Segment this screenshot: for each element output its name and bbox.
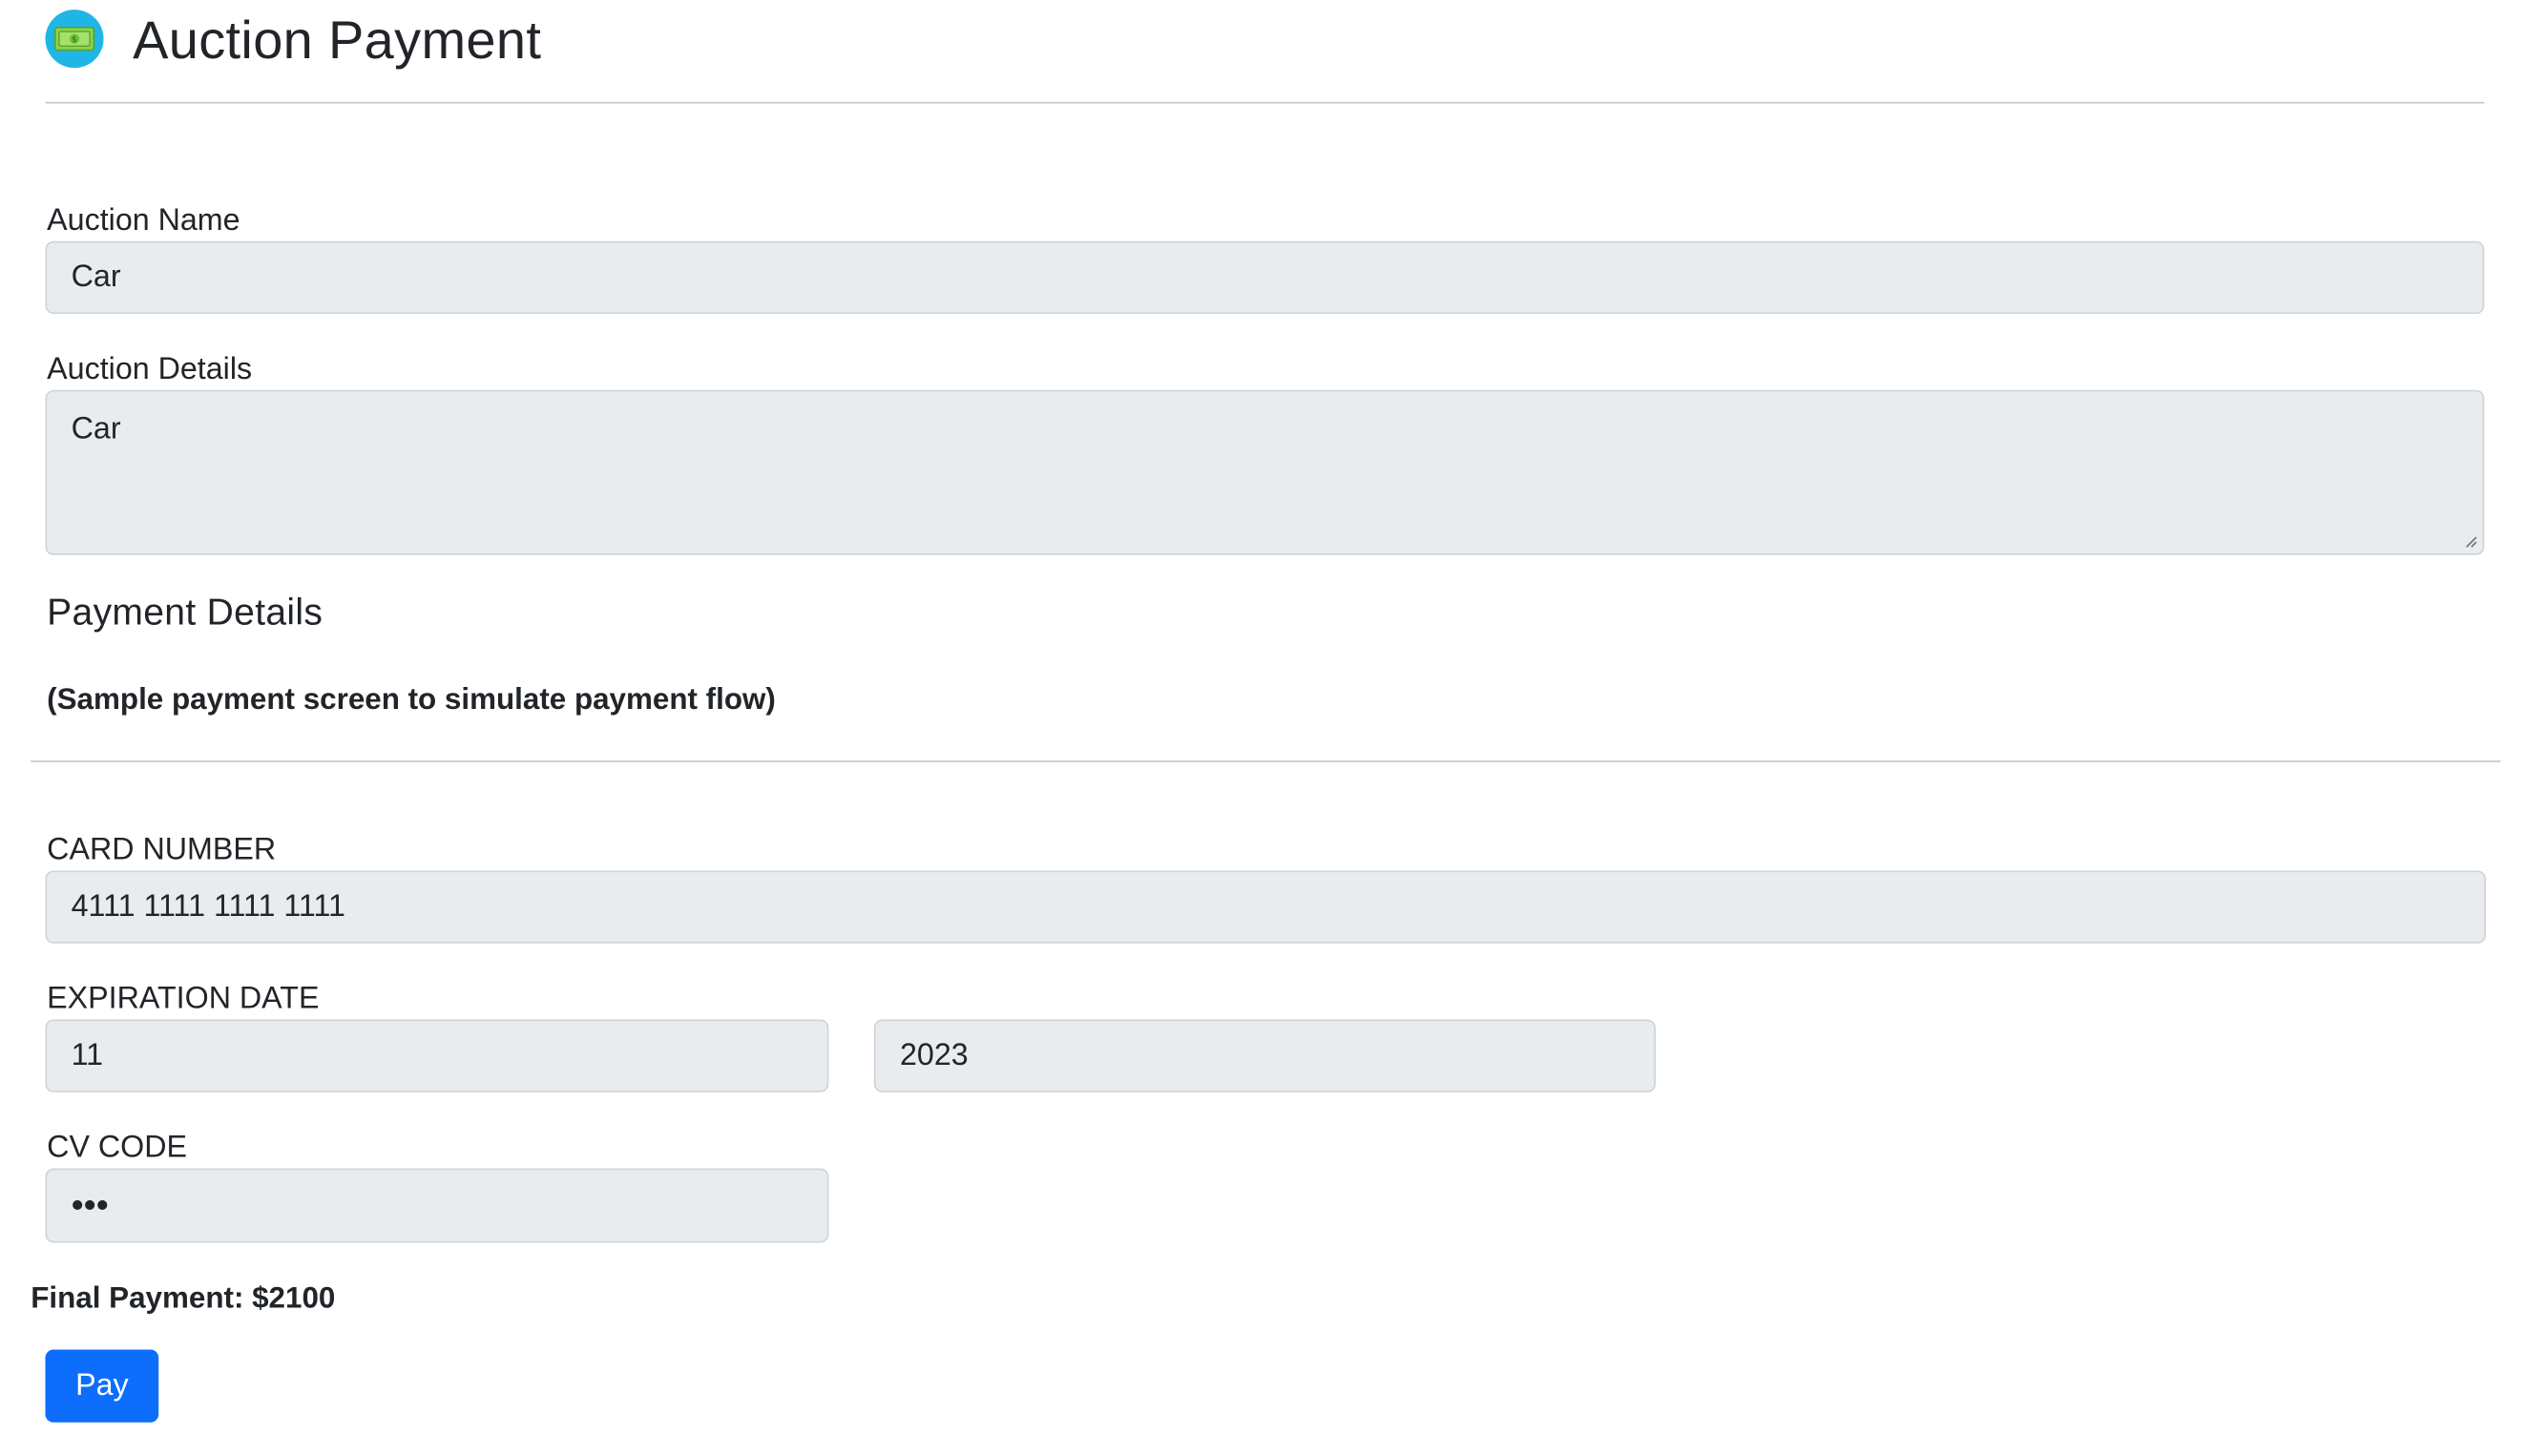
cv-code-field[interactable]: •••: [45, 1168, 829, 1243]
auction-details-label: Auction Details: [47, 352, 253, 387]
payment-details-heading: Payment Details: [47, 591, 324, 634]
expiration-year-field[interactable]: 2023: [873, 1019, 1657, 1092]
card-number-value: 4111 1111 1111 1111: [71, 888, 345, 924]
expiration-month-field[interactable]: 11: [45, 1019, 829, 1092]
auction-name-label: Auction Name: [47, 203, 240, 239]
auction-details-textarea[interactable]: Car: [45, 389, 2485, 555]
sample-payment-note: (Sample payment screen to simulate payme…: [47, 681, 776, 716]
auction-name-field[interactable]: Car: [45, 240, 2485, 315]
pay-button[interactable]: Pay: [45, 1349, 159, 1423]
resize-handle-icon[interactable]: [2463, 534, 2477, 549]
svg-text:$: $: [72, 34, 76, 44]
auction-name-value: Car: [71, 260, 121, 294]
expiration-date-label: EXPIRATION DATE: [47, 982, 320, 1017]
final-payment-text: Final Payment: $2100: [31, 1279, 336, 1315]
expiration-year-value: 2023: [899, 1037, 969, 1072]
card-number-field[interactable]: 4111 1111 1111 1111: [45, 870, 2487, 944]
page-header: $ Auction Payment: [45, 0, 541, 77]
expiration-month-value: 11: [71, 1037, 104, 1072]
card-number-label: CARD NUMBER: [47, 833, 277, 868]
auction-details-value: Car: [71, 412, 121, 447]
auction-payment-page: $ Auction Payment Auction Name Car Aucti…: [0, 0, 2525, 1456]
cv-code-value: •••: [71, 1184, 109, 1225]
money-icon: $: [45, 10, 104, 69]
header-divider: [45, 101, 2485, 104]
page-title: Auction Payment: [133, 9, 542, 70]
cv-code-label: CV CODE: [47, 1131, 188, 1166]
section-divider: [31, 760, 2501, 762]
